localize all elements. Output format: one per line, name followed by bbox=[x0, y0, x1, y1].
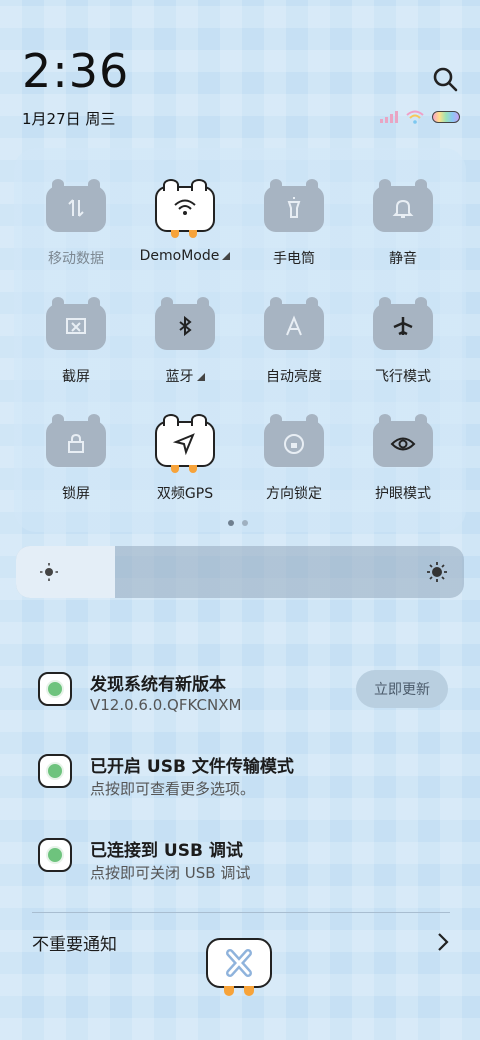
airplane-icon bbox=[393, 317, 413, 336]
usb-debug-app-icon bbox=[38, 838, 72, 872]
update-app-icon bbox=[38, 672, 72, 706]
tile-label: 移动数据 bbox=[48, 251, 104, 267]
brightness-fill bbox=[16, 546, 115, 598]
date: 1月27日 周三 bbox=[22, 110, 116, 128]
chevron-right-icon[interactable] bbox=[436, 932, 450, 952]
tile-button[interactable] bbox=[155, 179, 215, 232]
tile-button[interactable] bbox=[46, 414, 106, 467]
tile-label: 护眼模式 bbox=[375, 486, 431, 502]
tile-label: 截屏 bbox=[62, 369, 90, 385]
tile-label: 锁屏 bbox=[62, 486, 90, 502]
tile-label: 蓝牙 bbox=[135, 366, 235, 386]
tile-label: 方向锁定 bbox=[266, 486, 322, 502]
tile-eye[interactable]: 护眼模式 bbox=[353, 397, 453, 507]
status-icons bbox=[380, 110, 460, 124]
notification-subtitle: 点按即可关闭 USB 调试 bbox=[90, 864, 251, 882]
clock: 2:36 bbox=[22, 44, 130, 98]
notification-subtitle: V12.0.6.0.QFKCNXM bbox=[90, 696, 242, 714]
tile-label: 飞行模式 bbox=[375, 369, 431, 385]
notification-title: 发现系统有新版本 bbox=[90, 675, 226, 695]
tile-label: 双频GPS bbox=[156, 486, 214, 502]
update-now-button[interactable]: 立即更新 bbox=[356, 670, 448, 708]
bell-icon bbox=[392, 199, 414, 218]
tile-button[interactable] bbox=[373, 297, 433, 350]
notification-title: 已开启 USB 文件传输模式 bbox=[90, 757, 294, 777]
brightness-slider[interactable] bbox=[16, 546, 464, 598]
notification-subtitle: 点按即可查看更多选项。 bbox=[90, 780, 256, 798]
tile-bell[interactable]: 静音 bbox=[353, 162, 453, 272]
close-icon bbox=[226, 949, 252, 977]
lock-icon bbox=[68, 433, 84, 453]
mascot-feet bbox=[224, 986, 256, 998]
divider bbox=[32, 912, 450, 913]
tile-label: 静音 bbox=[389, 251, 417, 267]
tile-button[interactable] bbox=[264, 179, 324, 232]
bluetooth-icon bbox=[179, 315, 192, 337]
status-bar: 2:36 1月27日 周三 bbox=[0, 0, 480, 140]
flashlight-icon bbox=[287, 197, 301, 218]
usb-app-icon bbox=[38, 754, 72, 788]
screenshot-icon bbox=[66, 318, 86, 334]
tile-label: 手电筒 bbox=[273, 251, 315, 267]
tile-label: 自动亮度 bbox=[266, 369, 322, 385]
tile-gps[interactable]: 双频GPS bbox=[135, 397, 235, 507]
clear-notifications-button[interactable] bbox=[206, 938, 272, 988]
mobile-data-icon bbox=[68, 199, 84, 217]
notification-title: 已连接到 USB 调试 bbox=[90, 841, 243, 861]
tile-flashlight[interactable]: 手电筒 bbox=[244, 162, 344, 272]
tile-button[interactable] bbox=[264, 414, 324, 467]
tile-airplane[interactable]: 飞行模式 bbox=[353, 280, 453, 390]
tile-button[interactable] bbox=[373, 179, 433, 232]
page-indicator bbox=[228, 520, 248, 526]
gps-icon bbox=[172, 433, 195, 456]
tile-auto-brightness[interactable]: 自动亮度 bbox=[244, 280, 344, 390]
signal-icon bbox=[380, 111, 398, 123]
mascot-feet bbox=[171, 230, 199, 238]
brightness-high-icon bbox=[427, 562, 447, 582]
tile-mobile-data[interactable]: 移动数据 bbox=[26, 162, 126, 272]
tile-screenshot[interactable]: 截屏 bbox=[26, 280, 126, 390]
tile-button[interactable] bbox=[155, 414, 215, 467]
tile-button[interactable] bbox=[264, 297, 324, 350]
tile-rotation-lock[interactable]: 方向锁定 bbox=[244, 397, 344, 507]
tile-button[interactable] bbox=[155, 297, 215, 350]
eye-icon bbox=[390, 437, 416, 451]
rotation-lock-icon bbox=[284, 434, 304, 454]
wifi-status-icon bbox=[406, 110, 424, 124]
tile-button[interactable] bbox=[46, 297, 106, 350]
mascot-feet bbox=[171, 465, 199, 473]
auto-brightness-icon bbox=[286, 315, 302, 336]
tile-button[interactable] bbox=[46, 179, 106, 232]
tile-wifi[interactable]: DemoMode bbox=[135, 162, 235, 272]
tile-lock[interactable]: 锁屏 bbox=[26, 397, 126, 507]
wifi-icon bbox=[174, 199, 196, 215]
battery-icon bbox=[432, 111, 460, 123]
search-icon[interactable] bbox=[432, 66, 458, 92]
tile-label: DemoMode bbox=[135, 248, 235, 264]
unimportant-notifications-label[interactable]: 不重要通知 bbox=[32, 930, 117, 955]
tile-bluetooth[interactable]: 蓝牙 bbox=[135, 280, 235, 390]
brightness-low-icon bbox=[40, 563, 58, 581]
tile-button[interactable] bbox=[373, 414, 433, 467]
